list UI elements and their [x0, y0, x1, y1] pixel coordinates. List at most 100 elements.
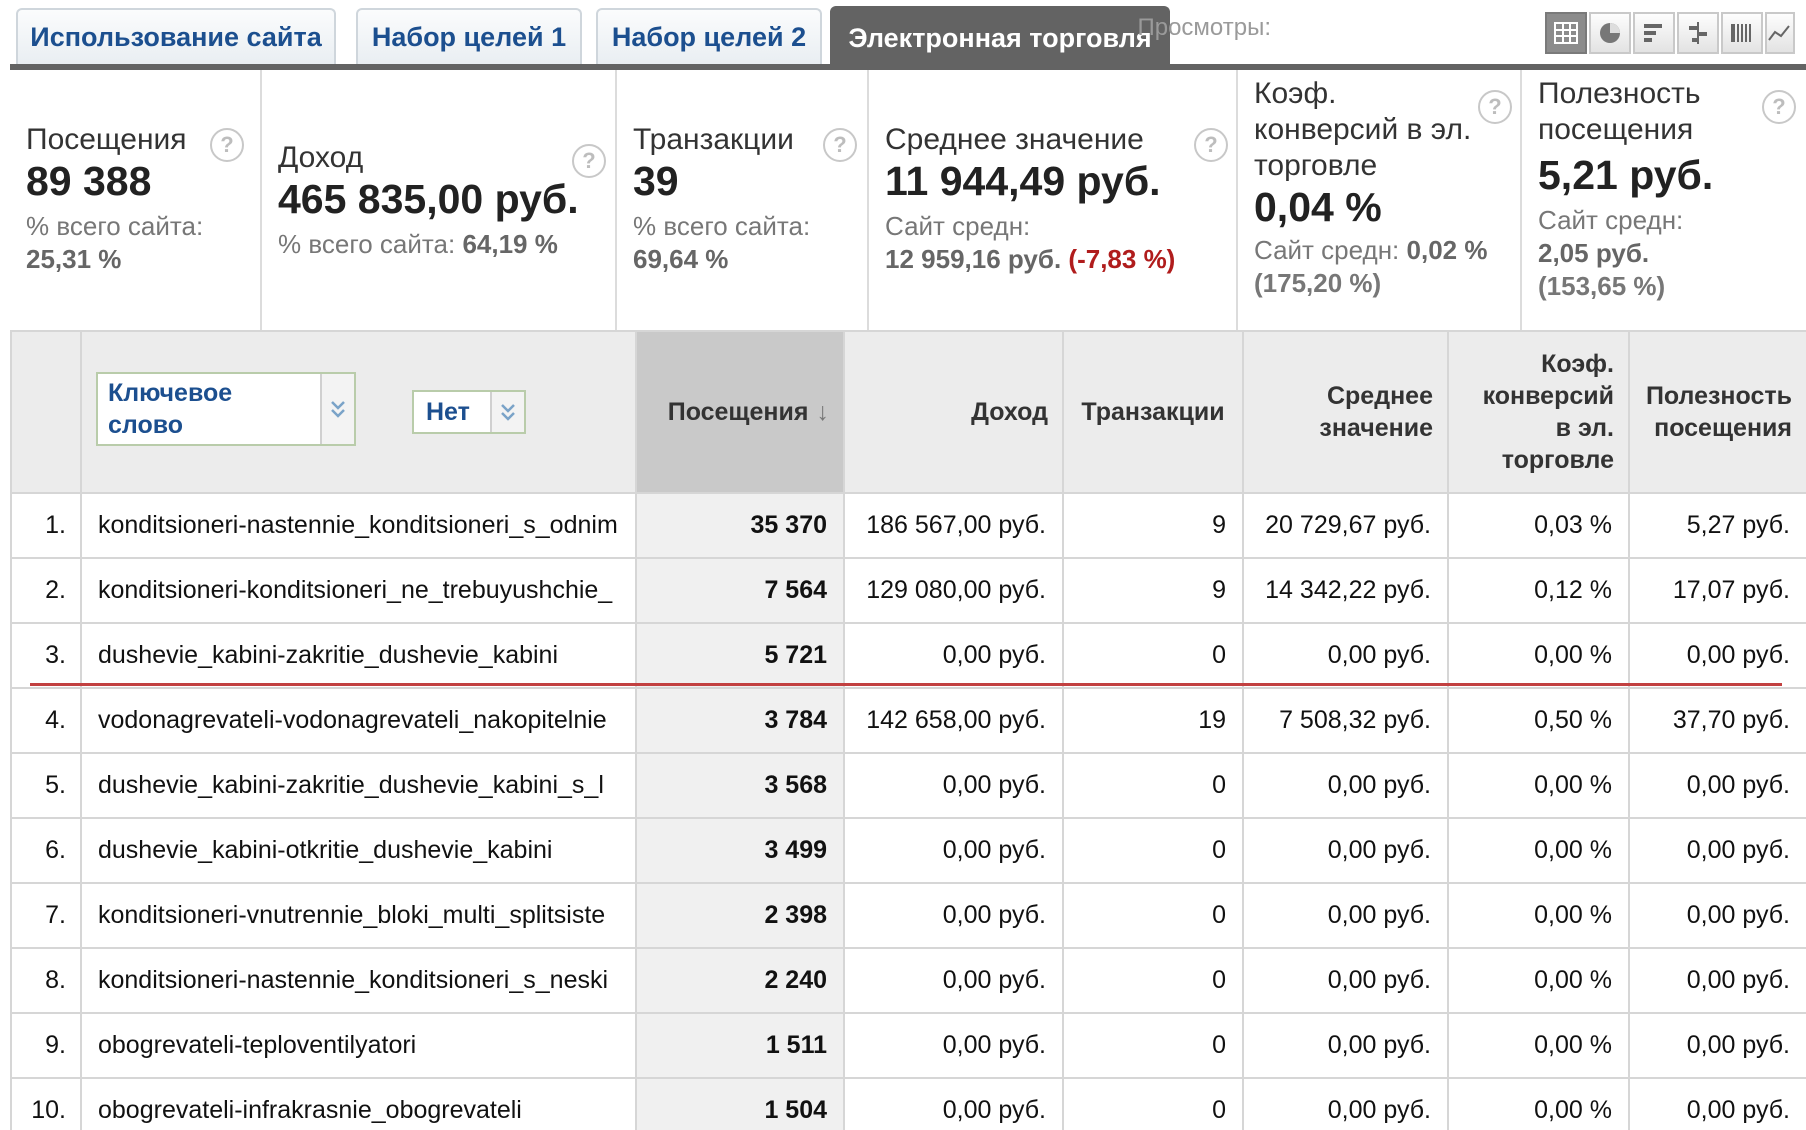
- tab-ecommerce[interactable]: Электронная торговля: [830, 6, 1170, 68]
- cell-visits: 1 504: [635, 1077, 845, 1130]
- cell-average-value: 14 342,22 руб.: [1242, 557, 1449, 624]
- cell-transactions: 0: [1062, 882, 1244, 949]
- cell-per-visit-value: 5,27 руб.: [1628, 492, 1806, 559]
- metric-sub-label: Сайт средн:: [1538, 205, 1684, 235]
- cell-per-visit-value: 0,00 руб.: [1628, 752, 1806, 819]
- keyword-link[interactable]: obogrevateli-infrakrasnie_obogrevateli: [80, 1077, 637, 1130]
- metric-sub-value: 69,64 %: [633, 244, 729, 274]
- column-header-average-value[interactable]: Среднее значение: [1242, 330, 1449, 494]
- metric-delta-negative: (-7,83 %): [1068, 244, 1176, 274]
- cell-conversion-rate: 0,00 %: [1447, 1012, 1630, 1079]
- metric-value: 39: [633, 158, 679, 204]
- keyword-link[interactable]: vodonagrevateli-vodonagrevateli_nakopite…: [80, 687, 637, 754]
- cell-transactions: 0: [1062, 947, 1244, 1014]
- cell-conversion-rate: 0,03 %: [1447, 492, 1630, 559]
- metric-sub-value: 2,05 руб.: [1538, 238, 1650, 268]
- metric-sub-label: % всего сайта:: [633, 211, 811, 241]
- cell-revenue: 0,00 руб.: [843, 817, 1064, 884]
- metric-value: 465 835,00 руб.: [278, 176, 579, 222]
- metric-average-value: Среднее значение 11 944,49 руб. Сайт сре…: [869, 70, 1238, 332]
- tab-goal-set-2[interactable]: Набор целей 2: [596, 8, 822, 64]
- tab-site-usage[interactable]: Использование сайта: [16, 8, 336, 64]
- row-number: 10.: [10, 1077, 82, 1130]
- metric-sub-label: % всего сайта:: [278, 229, 456, 259]
- cell-revenue: 0,00 руб.: [843, 1012, 1064, 1079]
- data-table-container: Ключевое слово Нет Посещения ↓ Доход Тра…: [10, 330, 1806, 1130]
- keyword-link[interactable]: konditsioneri-konditsioneri_ne_trebuyush…: [80, 557, 637, 624]
- view-switcher: [1545, 12, 1797, 54]
- cell-visits: 3 568: [635, 752, 845, 819]
- cell-visits: 2 398: [635, 882, 845, 949]
- cell-per-visit-value: 0,00 руб.: [1628, 1077, 1806, 1130]
- metric-value: 5,21 руб.: [1538, 152, 1714, 198]
- table-row: 5. dushevie_kabini-zakritie_dushevie_kabi…: [10, 752, 1806, 819]
- summary-metrics: Посещения 89 388 % всего сайта: 25,31 % …: [10, 70, 1806, 332]
- cell-average-value: 20 729,67 руб.: [1242, 492, 1449, 559]
- cell-average-value: 0,00 руб.: [1242, 817, 1449, 884]
- column-header-visits[interactable]: Посещения ↓: [635, 330, 845, 494]
- keyword-link[interactable]: obogrevateli-teploventilyatori: [80, 1012, 637, 1079]
- table-row: 7. konditsioneri-vnutrennie_bloki_multi_s…: [10, 882, 1806, 949]
- table-header-row: Ключевое слово Нет Посещения ↓ Доход Тра…: [10, 330, 1806, 494]
- help-icon[interactable]: ?: [572, 144, 606, 178]
- metric-label: Среднее значение: [885, 123, 1144, 156]
- help-icon[interactable]: ?: [1762, 90, 1796, 124]
- table-row: 9. obogrevateli-teploventilyatori 1 511 0,0…: [10, 1012, 1806, 1079]
- trend-icon[interactable]: [1765, 12, 1795, 54]
- table-row: 2. konditsioneri-konditsioneri_ne_trebuyu…: [10, 557, 1806, 624]
- metric-sub-value: 64,19 %: [462, 229, 558, 259]
- cell-visits: 35 370: [635, 492, 845, 559]
- metric-sub-label: Сайт средн:: [885, 211, 1031, 241]
- dimension-dropdown-line-2: слово: [108, 411, 184, 439]
- table-view-icon[interactable]: [1545, 12, 1587, 54]
- dimension-dropdown-label: Ключевое слово: [108, 377, 232, 441]
- secondary-dimension-dropdown[interactable]: Нет: [412, 390, 526, 434]
- column-header-conversion-rate[interactable]: Коэф. конверсий в эл. торговле: [1447, 330, 1630, 494]
- metric-delta-positive: (153,65 %): [1538, 271, 1666, 301]
- cell-visits: 1 511: [635, 1012, 845, 1079]
- row-number: 4.: [10, 687, 82, 754]
- chevron-down-icon: [490, 392, 524, 432]
- row-number: 7.: [10, 882, 82, 949]
- column-header-label-line-1: Среднее: [1326, 382, 1433, 410]
- table-row: 3. dushevie_kabini-zakritie_dushevie_kabi…: [10, 622, 1806, 689]
- column-header-per-visit-value[interactable]: Полезность посещения: [1628, 330, 1806, 494]
- dimension-dropdown[interactable]: Ключевое слово: [96, 372, 356, 446]
- cell-visits: 2 240: [635, 947, 845, 1014]
- help-icon[interactable]: ?: [823, 128, 857, 162]
- cell-visits: 5 721: [635, 622, 845, 689]
- pie-chart-icon[interactable]: [1589, 12, 1631, 54]
- column-header-revenue[interactable]: Доход: [843, 330, 1064, 494]
- cell-transactions: 0: [1062, 1077, 1244, 1130]
- column-header-label: Транзакции: [1081, 398, 1225, 426]
- dimension-dropdown-line-1: Ключевое: [108, 379, 233, 407]
- tab-goal-set-1[interactable]: Набор целей 1: [356, 8, 582, 64]
- keyword-link[interactable]: konditsioneri-vnutrennie_bloki_multi_spl…: [80, 882, 637, 949]
- column-header-transactions[interactable]: Транзакции: [1062, 330, 1244, 494]
- pivot-icon[interactable]: [1721, 12, 1763, 54]
- cell-transactions: 9: [1062, 492, 1244, 559]
- metric-sub-value: 12 959,16 руб.: [885, 244, 1062, 274]
- comparison-icon[interactable]: [1677, 12, 1719, 54]
- keyword-link[interactable]: dushevie_kabini-zakritie_dushevie_kabini: [80, 622, 637, 689]
- row-number: 8.: [10, 947, 82, 1014]
- help-icon[interactable]: ?: [1194, 128, 1228, 162]
- column-header-label: Посещения: [667, 398, 809, 426]
- help-icon[interactable]: ?: [1478, 90, 1512, 124]
- keyword-link[interactable]: dushevie_kabini-zakritie_dushevie_kabini…: [80, 752, 637, 819]
- keyword-link[interactable]: konditsioneri-nastennie_konditsioneri_s_…: [80, 492, 637, 559]
- chevron-down-icon: [320, 374, 354, 444]
- cell-per-visit-value: 0,00 руб.: [1628, 622, 1806, 689]
- keyword-link[interactable]: konditsioneri-nastennie_konditsioneri_s_…: [80, 947, 637, 1014]
- cell-transactions: 0: [1062, 1012, 1244, 1079]
- keyword-link[interactable]: dushevie_kabini-otkritie_dushevie_kabini: [80, 817, 637, 884]
- cell-visits: 3 499: [635, 817, 845, 884]
- bar-chart-icon[interactable]: [1633, 12, 1675, 54]
- cell-conversion-rate: 0,00 %: [1447, 752, 1630, 819]
- table-row: 1. konditsioneri-nastennie_konditsioneri_…: [10, 492, 1806, 559]
- secondary-dropdown-label: Нет: [426, 398, 470, 426]
- row-number: 9.: [10, 1012, 82, 1079]
- cell-revenue: 0,00 руб.: [843, 1077, 1064, 1130]
- help-icon[interactable]: ?: [210, 128, 244, 162]
- cell-average-value: 0,00 руб.: [1242, 1077, 1449, 1130]
